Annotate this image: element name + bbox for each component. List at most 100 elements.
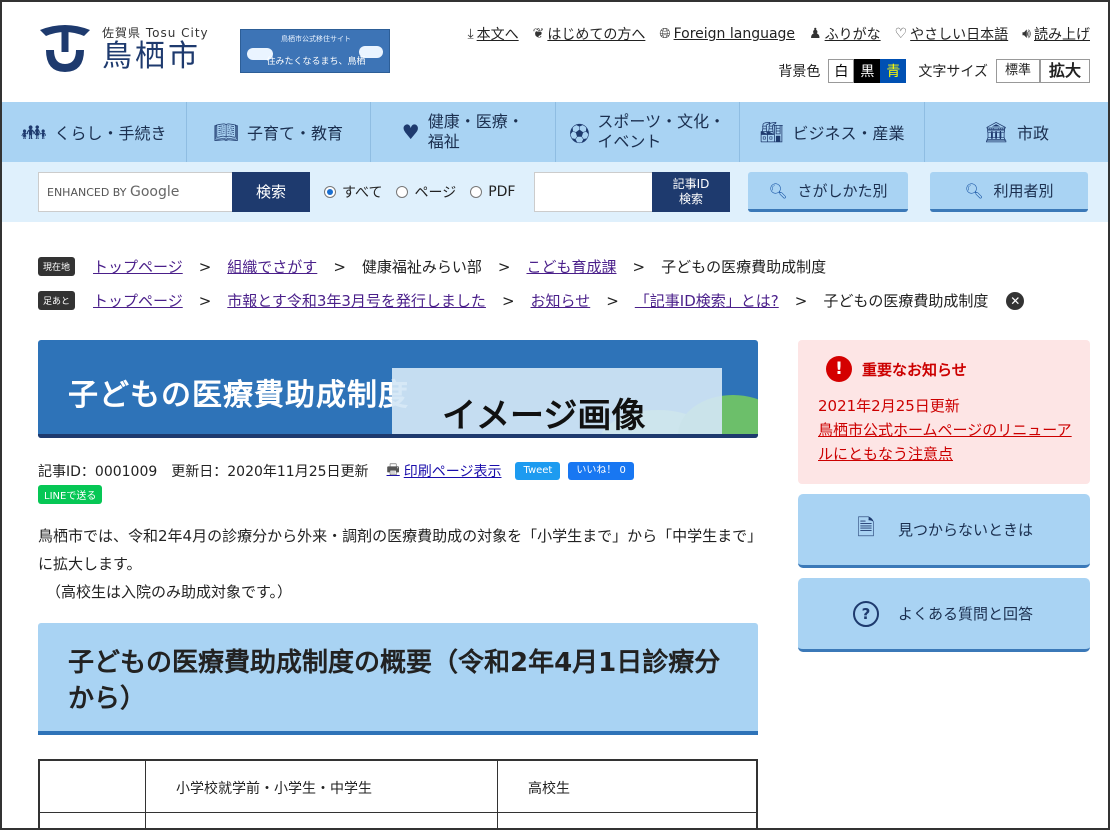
- nav-sports[interactable]: ⚽︎ スポーツ・文化・ イベント: [556, 102, 740, 162]
- question-icon: ?: [848, 600, 884, 627]
- font-size-large-button[interactable]: 拡大: [1039, 59, 1090, 83]
- easy-japanese-link[interactable]: ♡ やさしい日本語: [895, 24, 1009, 44]
- read-aloud-link[interactable]: 🔊︎ 読み上げ: [1022, 24, 1090, 44]
- banner-title: 住みたくなるまち、鳥栖: [266, 57, 366, 67]
- breadcrumb-link[interactable]: こども育成課: [526, 256, 616, 277]
- banner-subtitle: 鳥栖市公式移住サイト: [281, 35, 351, 43]
- scope-all-radio[interactable]: すべて: [324, 182, 382, 202]
- people-icon: 👪︎: [21, 120, 47, 144]
- close-icon[interactable]: ✕: [1006, 291, 1025, 310]
- search-icon: 🔍︎: [964, 181, 984, 200]
- faq-button[interactable]: ? よくある質問と回答: [798, 578, 1090, 652]
- table-cell: [40, 813, 146, 828]
- furigana-link[interactable]: ♟ ふりがな: [809, 24, 881, 44]
- nav-business[interactable]: 🏭︎ ビジネス・産業: [740, 102, 925, 162]
- history-link[interactable]: トップページ: [93, 290, 183, 311]
- help-label: 見つからないときは: [898, 521, 1034, 539]
- speaker-icon: 🔊︎: [1022, 26, 1031, 42]
- site-logo[interactable]: 佐賀県 Tosu City 鳥栖市: [36, 22, 209, 74]
- background-color-label: 背景色: [778, 64, 821, 80]
- search-icon: 🔍︎: [768, 181, 788, 200]
- download-icon: ⤓: [467, 26, 474, 42]
- heart-icon: ♥: [401, 120, 420, 144]
- faq-label: よくある質問と回答: [898, 605, 1034, 623]
- help-button[interactable]: 🗎 見つからないときは: [798, 494, 1090, 568]
- title-underline: [38, 434, 758, 438]
- notice-title: 重要なお知らせ: [862, 360, 967, 379]
- history-link[interactable]: 市報とす令和3年3月号を発行しました: [227, 290, 486, 311]
- scope-page-radio[interactable]: ページ: [396, 182, 456, 202]
- article-id-search-button[interactable]: 記事ID 検索: [652, 172, 730, 212]
- city-name: 鳥栖市: [102, 38, 201, 74]
- by-user-button[interactable]: 🔍︎ 利用者別: [930, 172, 1088, 212]
- breadcrumb-item: 健康福祉みらい部: [361, 258, 482, 276]
- notice-date: 2021年2月25日更新: [818, 397, 960, 415]
- bg-white-button[interactable]: 白: [828, 59, 855, 83]
- radio-selected-icon: [324, 186, 336, 198]
- tweet-button[interactable]: Tweet: [515, 462, 561, 480]
- globe-icon: 🌐︎: [659, 26, 671, 42]
- utility-links: ⤓ 本文へ ❦ はじめての方へ 🌐︎ Foreign language ♟ ふりがな ♡…: [467, 24, 1090, 44]
- bg-blue-button[interactable]: 青: [880, 59, 907, 83]
- foreign-language-link[interactable]: 🌐︎ Foreign language: [659, 26, 795, 42]
- notice-header: ! 重要なお知らせ: [826, 356, 967, 382]
- nav-childcare[interactable]: 📖︎ 子育て・教育: [187, 102, 371, 162]
- site-search-input[interactable]: ENHANCED BY Google: [38, 172, 234, 212]
- table-header-cell: 小学校就学前・小学生・中学生: [146, 761, 498, 812]
- nav-government[interactable]: 🏛︎ 市政: [925, 102, 1109, 162]
- like-button[interactable]: いいね！ 0: [568, 462, 634, 480]
- page-frame: 佐賀県 Tosu City 鳥栖市 鳥栖市公式移住サイト 住みたくなるまち、鳥栖…: [0, 0, 1110, 830]
- first-visitors-link[interactable]: ❦ はじめての方へ: [533, 24, 646, 44]
- bg-black-button[interactable]: 黒: [854, 59, 881, 83]
- intro-note: （高校生は入院のみ助成対象です。）: [46, 583, 293, 601]
- breadcrumb: 現在地 トップページ > 組織でさがす > 健康福祉みらい部 > こども育成課 > 子ど…: [38, 256, 826, 277]
- global-nav: 👪︎ くらし・手続き 📖︎ 子育て・教育 ♥ 健康・医療・ 福祉 ⚽︎ スポーツ・文化・…: [2, 102, 1108, 162]
- table-cell: [498, 813, 756, 828]
- display-settings: 背景色 白 黒 青 文字サイズ 標準 拡大: [778, 59, 1090, 83]
- leaf-icon: ❦: [532, 26, 545, 42]
- line-share-button[interactable]: LINEで送る: [38, 485, 103, 504]
- section-heading: 子どもの医療費助成制度の概要（令和2年4月1日診療分から）: [38, 623, 758, 735]
- heart-icon: ♡: [894, 26, 908, 42]
- breadcrumb-link[interactable]: トップページ: [93, 256, 183, 277]
- history-link[interactable]: 「記事ID検索」とは?: [635, 290, 779, 311]
- nav-living[interactable]: 👪︎ くらし・手続き: [2, 102, 187, 162]
- prefecture-label: 佐賀県 Tosu City: [102, 25, 209, 40]
- page-title: 子どもの医療費助成制度: [68, 378, 409, 413]
- font-size-standard-button[interactable]: 標準: [995, 59, 1040, 83]
- notice-link[interactable]: 鳥栖市公式ホームページのリニューアルにともなう注意点: [818, 418, 1078, 466]
- factory-icon: 🏭︎: [759, 120, 785, 144]
- radio-icon: [396, 186, 409, 198]
- scope-pdf-radio[interactable]: PDF: [470, 184, 515, 200]
- breadcrumb-link[interactable]: 組織でさがす: [227, 256, 317, 277]
- font-size-label: 文字サイズ: [918, 64, 988, 80]
- article-id-input[interactable]: [534, 172, 652, 212]
- skip-to-content-link[interactable]: ⤓ 本文へ: [467, 24, 518, 44]
- how-to-search-button[interactable]: 🔍︎ さがしかた別: [748, 172, 908, 212]
- article-meta: 記事ID：0001009 更新日：2020年11月25日更新 🖶 印刷ページ表示 …: [38, 459, 634, 483]
- table-cell: [146, 813, 498, 828]
- ball-icon: ⚽︎: [569, 121, 590, 146]
- search-placeholder: ENHANCED BY Google: [47, 184, 180, 200]
- search-scope: すべて ページ PDF: [324, 182, 515, 202]
- building-icon: 🏛︎: [983, 120, 1009, 144]
- section-heading-text: 子どもの医療費助成制度の概要（令和2年4月1日診療分から）: [68, 648, 721, 714]
- alert-icon: !: [826, 356, 852, 382]
- table-header-row: 小学校就学前・小学生・中学生 高校生: [40, 761, 756, 813]
- site-header: 佐賀県 Tosu City 鳥栖市 鳥栖市公式移住サイト 住みたくなるまち、鳥栖…: [2, 2, 1108, 102]
- document-search-icon: 🗎: [857, 515, 875, 541]
- nav-health[interactable]: ♥ 健康・医療・ 福祉: [371, 102, 556, 162]
- search-button[interactable]: 検索: [232, 172, 310, 212]
- history-link[interactable]: お知らせ: [531, 290, 591, 311]
- important-notice: ! 重要なお知らせ 2021年2月25日更新 鳥栖市公式ホームページのリニューア…: [798, 340, 1090, 484]
- history-current: 子どもの医療費助成制度: [823, 292, 989, 310]
- search-bar: ENHANCED BY Google 検索 すべて ページ PDF 記事ID 検…: [2, 162, 1108, 222]
- table-header-cell: 高校生: [528, 781, 570, 797]
- history-trail: 足あと トップページ > 市報とす令和3年3月号を発行しました > お知らせ > 「記…: [38, 290, 1025, 311]
- migration-site-banner[interactable]: 鳥栖市公式移住サイト 住みたくなるまち、鳥栖: [240, 29, 390, 73]
- print-link[interactable]: 🖶 印刷ページ表示: [387, 459, 502, 483]
- city-emblem-icon: [40, 25, 90, 72]
- history-tag: 足あと: [38, 291, 76, 310]
- image-placeholder: イメージ画像: [392, 368, 722, 438]
- breadcrumb-current: 子どもの医療費助成制度: [661, 258, 827, 276]
